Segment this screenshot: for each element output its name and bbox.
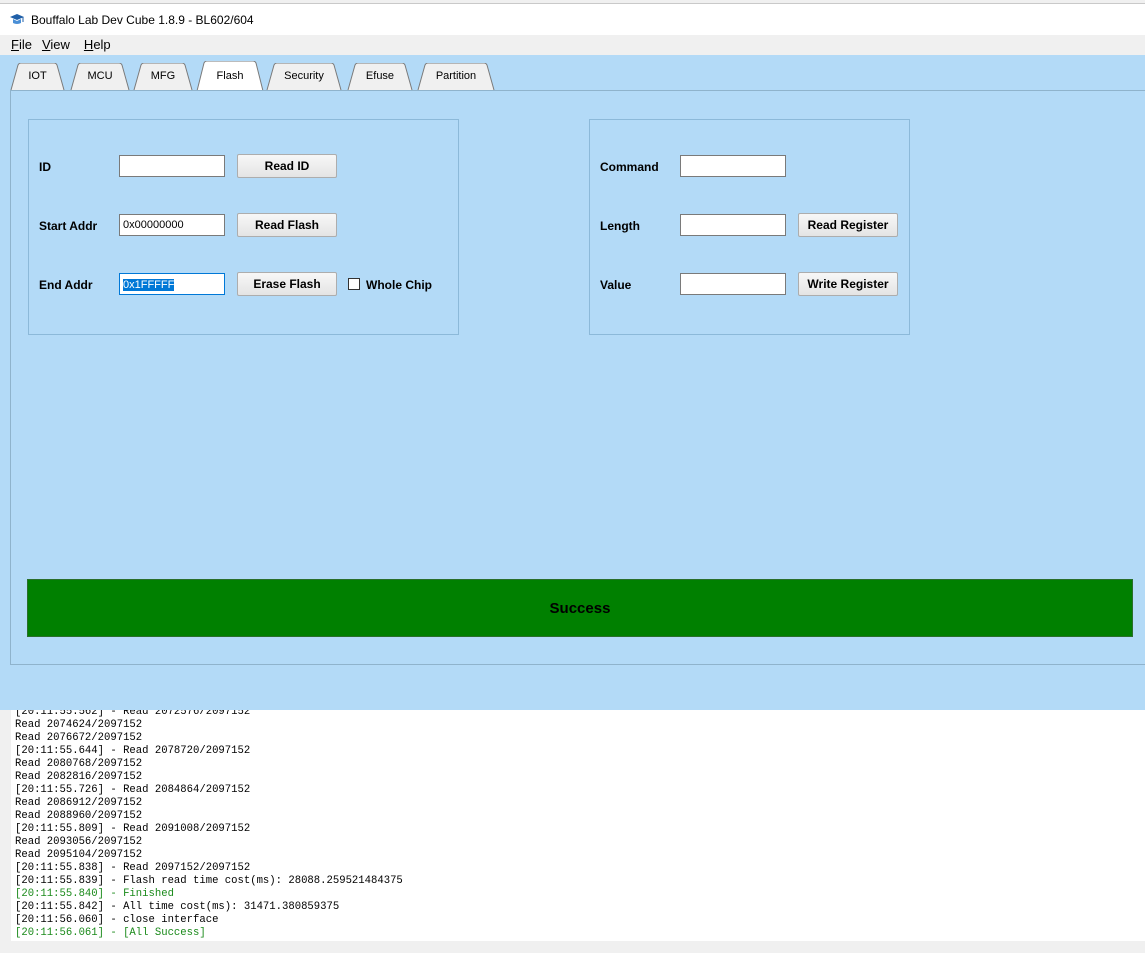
- log-line: [20:11:55.726] - Read 2084864/2097152: [15, 784, 251, 796]
- menu-file[interactable]: File: [11, 37, 32, 52]
- tab-efuse[interactable]: Efuse: [347, 63, 413, 90]
- whole-chip-checkbox[interactable]: [348, 278, 360, 290]
- erase-flash-button[interactable]: Erase Flash: [237, 272, 337, 296]
- flash-group: ID Read ID Start Addr Read Flash End Add…: [28, 119, 459, 335]
- log-left-edge: [0, 710, 11, 941]
- command-label: Command: [600, 160, 659, 174]
- tab-partition[interactable]: Partition: [417, 63, 495, 90]
- log-line: Read 2082816/2097152: [15, 771, 143, 783]
- log-output[interactable]: [20:11:55.562] - Read 2072576/2097152 Rea…: [11, 710, 1145, 941]
- end-addr-selected-text: 0x1FFFFF: [123, 279, 175, 291]
- length-field[interactable]: [680, 214, 786, 236]
- log-line: [20:11:56.060] - close interface: [15, 914, 219, 926]
- window-title: Bouffalo Lab Dev Cube 1.8.9 - BL602/604: [31, 12, 254, 27]
- log-line: Read 2095104/2097152: [15, 849, 143, 861]
- log-line: Read 2074624/2097152: [15, 719, 143, 731]
- write-register-button[interactable]: Write Register: [798, 272, 898, 296]
- end-addr-label: End Addr: [39, 278, 93, 292]
- whole-chip-label[interactable]: Whole Chip: [366, 278, 432, 292]
- log-line: [20:11:55.809] - Read 2091008/2097152: [15, 823, 251, 835]
- window-bottom-edge: [0, 941, 1145, 953]
- menu-view[interactable]: View: [42, 37, 70, 52]
- log-line: [20:11:55.842] - All time cost(ms): 3147…: [15, 901, 340, 913]
- log-line: [20:11:55.840] - Finished: [15, 888, 174, 900]
- log-line: Read 2088960/2097152: [15, 810, 143, 822]
- read-register-button[interactable]: Read Register: [798, 213, 898, 237]
- log-line: [20:11:56.061] - [All Success]: [15, 927, 206, 939]
- start-addr-label: Start Addr: [39, 219, 98, 233]
- read-id-button[interactable]: Read ID: [237, 154, 337, 178]
- log-line: [20:11:55.644] - Read 2078720/2097152: [15, 745, 251, 757]
- log-line: Read 2076672/2097152: [15, 732, 143, 744]
- tab-mfg[interactable]: MFG: [133, 63, 193, 90]
- log-line: [20:11:55.839] - Flash read time cost(ms…: [15, 875, 403, 887]
- tab-security[interactable]: Security: [266, 63, 342, 90]
- tab-flash[interactable]: Flash: [196, 61, 264, 91]
- value-field[interactable]: [680, 273, 786, 295]
- log-line: Read 2080768/2097152: [15, 758, 143, 770]
- id-field[interactable]: [119, 155, 225, 177]
- status-bar: Success: [27, 579, 1133, 637]
- log-line: Read 2093056/2097152: [15, 836, 143, 848]
- end-addr-field[interactable]: 0x1FFFFF: [119, 273, 225, 295]
- command-field[interactable]: [680, 155, 786, 177]
- value-label: Value: [600, 278, 632, 292]
- log-line: [20:11:55.838] - Read 2097152/2097152: [15, 862, 251, 874]
- start-addr-field[interactable]: [119, 214, 225, 236]
- length-label: Length: [600, 219, 640, 233]
- tab-mcu[interactable]: MCU: [70, 63, 130, 90]
- menu-help[interactable]: Help: [84, 37, 111, 52]
- app-logo-icon: [9, 12, 25, 28]
- log-line: [20:11:55.562] - Read 2072576/2097152: [15, 710, 251, 718]
- tab-iot[interactable]: IOT: [10, 63, 65, 90]
- menu-bar: File View Help: [0, 35, 1145, 54]
- log-line: Read 2086912/2097152: [15, 797, 143, 809]
- title-bar: Bouffalo Lab Dev Cube 1.8.9 - BL602/604: [0, 3, 1145, 35]
- register-group: Command Length Read Register Value Write…: [589, 119, 910, 335]
- read-flash-button[interactable]: Read Flash: [237, 213, 337, 237]
- log-lines: [20:11:55.562] - Read 2072576/2097152 Rea…: [15, 710, 403, 940]
- id-label: ID: [39, 160, 51, 174]
